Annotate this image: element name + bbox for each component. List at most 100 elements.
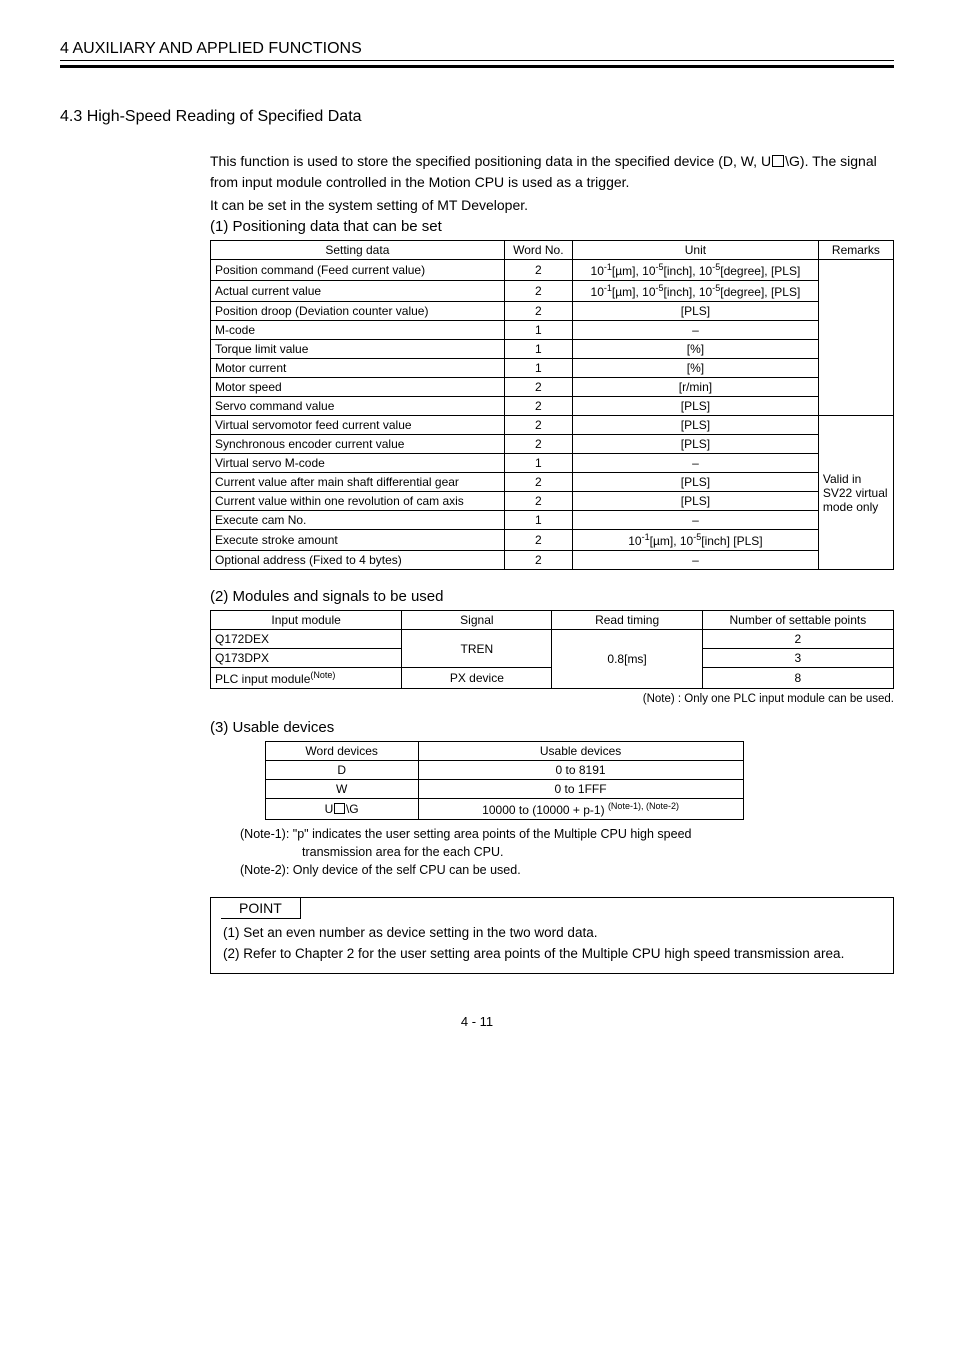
- t3-cell: W: [265, 780, 418, 799]
- t1-head-setting: Setting data: [211, 241, 505, 260]
- t1-cell: 2: [504, 302, 572, 321]
- t1-cell: Execute cam No.: [211, 511, 505, 530]
- t1-cell: [PLS]: [572, 435, 818, 454]
- t2-head: Read timing: [552, 611, 702, 630]
- t1-cell: –: [572, 511, 818, 530]
- t2-cell: PLC input module(Note): [211, 668, 402, 689]
- main-content: This function is used to store the speci…: [210, 151, 894, 974]
- t1-cell: Execute stroke amount: [211, 530, 505, 551]
- t1-cell: Virtual servomotor feed current value: [211, 416, 505, 435]
- t1-cell: 2: [504, 473, 572, 492]
- t1-head-remarks: Remarks: [818, 241, 893, 260]
- t3-cell: U\G: [265, 799, 418, 820]
- point-box: POINT (1) Set an even number as device s…: [210, 897, 894, 974]
- note-1-line2: transmission area for the each CPU.: [240, 843, 894, 861]
- t1-cell: 2: [504, 551, 572, 570]
- square-placeholder-icon: [334, 803, 345, 814]
- modules-signals-table: Input module Signal Read timing Number o…: [210, 610, 894, 689]
- subheading-3: (3) Usable devices: [210, 719, 894, 736]
- t1-cell: 2: [504, 530, 572, 551]
- t1-cell: Current value within one revolution of c…: [211, 492, 505, 511]
- intro-text-1a: This function is used to store the speci…: [210, 153, 771, 169]
- chapter-underline: [60, 65, 894, 68]
- t1-cell: Torque limit value: [211, 340, 505, 359]
- t1-cell: Motor speed: [211, 378, 505, 397]
- usable-devices-table: Word devices Usable devices D0 to 8191 W…: [265, 741, 744, 820]
- t2-cell: 3: [702, 649, 893, 668]
- t1-cell: 10-1[µm], 10-5[inch] [PLS]: [572, 530, 818, 551]
- t1-head-unit: Unit: [572, 241, 818, 260]
- t1-cell: [%]: [572, 340, 818, 359]
- t1-cell: 2: [504, 435, 572, 454]
- t2-cell: 8: [702, 668, 893, 689]
- t1-cell: Motor current: [211, 359, 505, 378]
- t1-cell: Actual current value: [211, 281, 505, 302]
- point-item-2: (2) Refer to Chapter 2 for the user sett…: [223, 944, 881, 965]
- t1-cell: Optional address (Fixed to 4 bytes): [211, 551, 505, 570]
- note-2: (Note-2): Only device of the self CPU ca…: [240, 861, 894, 879]
- t1-cell: [PLS]: [572, 397, 818, 416]
- t1-cell: –: [572, 321, 818, 340]
- t1-cell: [%]: [572, 359, 818, 378]
- positioning-data-table: Setting data Word No. Unit Remarks Posit…: [210, 240, 894, 570]
- t1-cell: 1: [504, 321, 572, 340]
- t2-cell: PX device: [402, 668, 552, 689]
- page-number: 4 - 11: [60, 1014, 894, 1029]
- subheading-2: (2) Modules and signals to be used: [210, 588, 894, 605]
- t3-cell: 10000 to (10000 + p-1) (Note-1), (Note-2…: [418, 799, 743, 820]
- t1-cell: 2: [504, 397, 572, 416]
- t1-cell: 2: [504, 281, 572, 302]
- chapter-header: 4 AUXILIARY AND APPLIED FUNCTIONS: [60, 40, 894, 61]
- t1-cell: [PLS]: [572, 492, 818, 511]
- t1-cell: [PLS]: [572, 416, 818, 435]
- point-content: (1) Set an even number as device setting…: [211, 919, 893, 973]
- square-placeholder-icon: [772, 155, 784, 167]
- point-item-1: (1) Set an even number as device setting…: [223, 923, 881, 944]
- t2-head: Signal: [402, 611, 552, 630]
- t1-cell: Position droop (Deviation counter value): [211, 302, 505, 321]
- t2-cell: 2: [702, 630, 893, 649]
- t1-cell: 10-1[µm], 10-5[inch], 10-5[degree], [PLS…: [572, 260, 818, 281]
- t1-cell: Current value after main shaft different…: [211, 473, 505, 492]
- t1-cell: [PLS]: [572, 473, 818, 492]
- t3-head: Word devices: [265, 742, 418, 761]
- intro-paragraph-2: It can be set in the system setting of M…: [210, 195, 894, 216]
- t3-cell: 0 to 8191: [418, 761, 743, 780]
- t1-cell: 1: [504, 511, 572, 530]
- subheading-1: (1) Positioning data that can be set: [210, 218, 894, 235]
- t1-cell: 10-1[µm], 10-5[inch], 10-5[degree], [PLS…: [572, 281, 818, 302]
- t1-cell: 2: [504, 378, 572, 397]
- t1-cell: –: [572, 551, 818, 570]
- point-label: POINT: [221, 898, 301, 919]
- section-title: 4.3 High-Speed Reading of Specified Data: [60, 108, 894, 126]
- t1-remarks-cell: Valid in SV22 virtual mode only: [818, 416, 893, 570]
- t1-cell: 1: [504, 340, 572, 359]
- notes-block: (Note-1): "p" indicates the user setting…: [240, 825, 894, 879]
- t3-cell: D: [265, 761, 418, 780]
- t1-cell: 2: [504, 416, 572, 435]
- note-1-line1: (Note-1): "p" indicates the user setting…: [240, 825, 894, 843]
- t2-cell: Q172DEX: [211, 630, 402, 649]
- t2-cell: Q173DPX: [211, 649, 402, 668]
- intro-paragraph-1: This function is used to store the speci…: [210, 151, 894, 193]
- t1-cell: 1: [504, 454, 572, 473]
- t1-remarks-blank: [818, 260, 893, 416]
- t2-head: Input module: [211, 611, 402, 630]
- t1-cell: [PLS]: [572, 302, 818, 321]
- t1-cell: [r/min]: [572, 378, 818, 397]
- t1-head-word: Word No.: [504, 241, 572, 260]
- t1-cell: 2: [504, 492, 572, 511]
- t1-cell: 2: [504, 260, 572, 281]
- t1-cell: Servo command value: [211, 397, 505, 416]
- t2-head: Number of settable points: [702, 611, 893, 630]
- t1-cell: –: [572, 454, 818, 473]
- t3-head: Usable devices: [418, 742, 743, 761]
- t1-cell: 1: [504, 359, 572, 378]
- t2-note: (Note) : Only one PLC input module can b…: [210, 693, 894, 705]
- t3-cell: 0 to 1FFF: [418, 780, 743, 799]
- t1-cell: Virtual servo M-code: [211, 454, 505, 473]
- t2-cell: TREN: [402, 630, 552, 668]
- t1-cell: Synchronous encoder current value: [211, 435, 505, 454]
- t2-cell: 0.8[ms]: [552, 630, 702, 689]
- t1-cell: M-code: [211, 321, 505, 340]
